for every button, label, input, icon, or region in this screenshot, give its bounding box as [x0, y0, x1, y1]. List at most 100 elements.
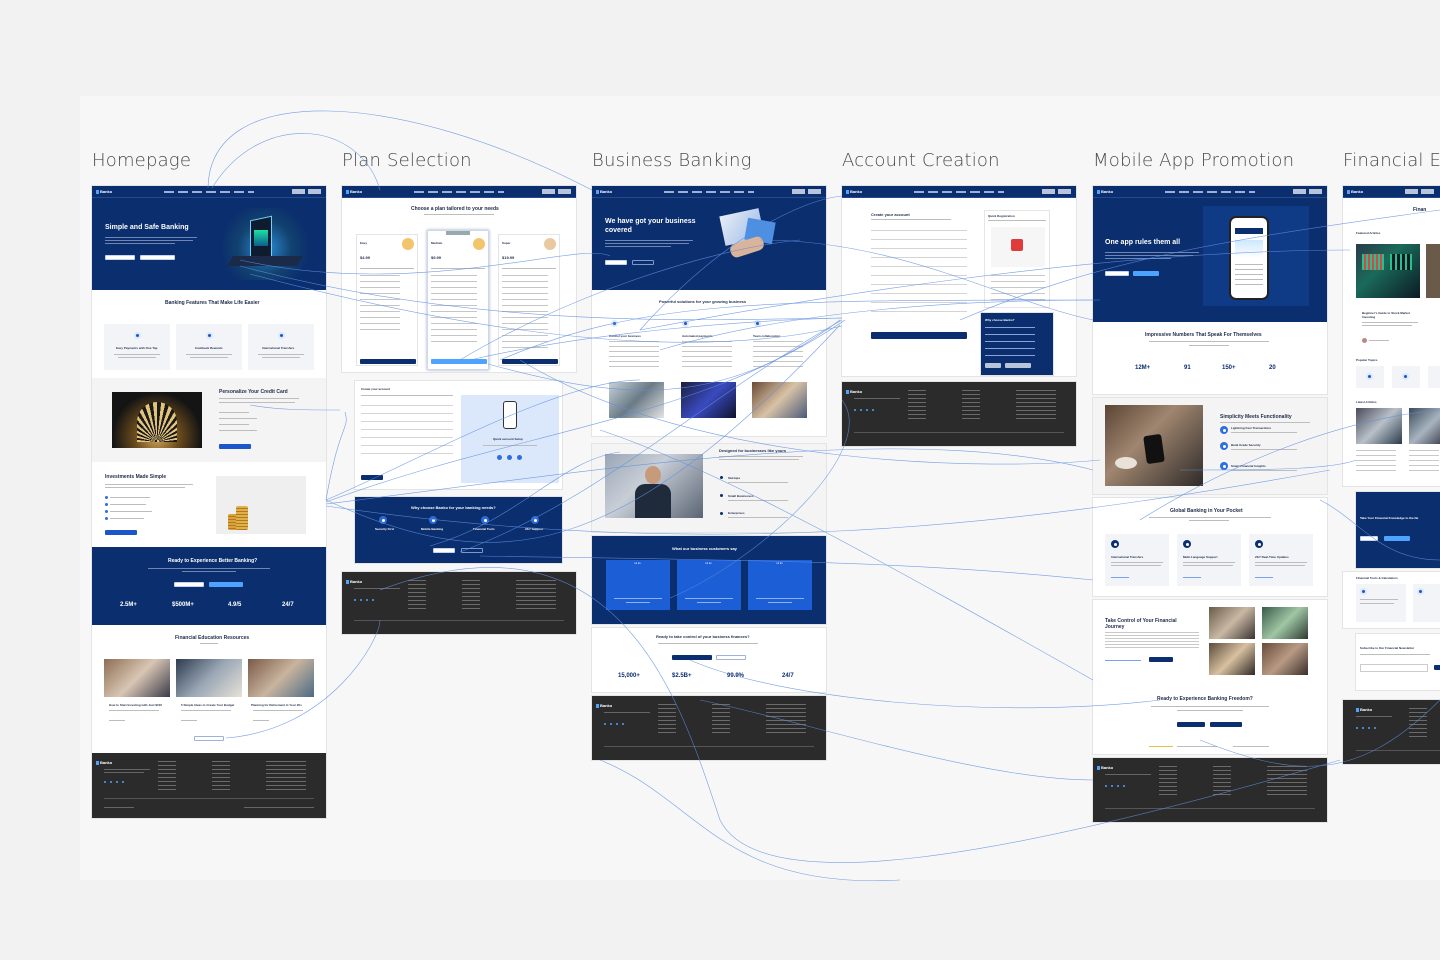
- feature-label: Easy Payments with One Tap: [116, 346, 158, 350]
- businessman-image: [605, 454, 703, 518]
- create-account-title: Create your account: [361, 387, 391, 391]
- quick-registration-card[interactable]: Quick Registration: [984, 210, 1050, 308]
- home-stat: 24/7: [282, 602, 294, 608]
- why-secondary-button[interactable]: [461, 548, 483, 553]
- take-control-button[interactable]: [1149, 657, 1173, 662]
- fined-article-title[interactable]: Beginner's Guide to Stock Market Investi…: [1362, 311, 1418, 319]
- business-hero-title: We have got your business covered: [605, 218, 696, 234]
- control-image: [1262, 643, 1308, 675]
- fined-knowledge-banner[interactable]: Take Your Financial Knowledge to the Ne: [1356, 492, 1440, 568]
- education-title: Financial Education Resources: [175, 635, 250, 641]
- fined-tools-title: Financial Tools & Calculators: [1356, 576, 1398, 580]
- account-title: Create your account: [871, 212, 910, 217]
- article-title[interactable]: How to Start Investing with Just $100: [109, 703, 162, 707]
- mobile-play-store-button[interactable]: [1133, 271, 1159, 276]
- newsletter-email-input[interactable]: [1360, 664, 1428, 672]
- plan-name: Super: [502, 241, 511, 245]
- frame-business-banking[interactable]: Banko We have got your business covered …: [592, 186, 826, 436]
- mobile-hero-title: One app rules them all: [1105, 239, 1181, 246]
- plan-title: Choose a plan tailored to your needs: [411, 206, 499, 212]
- business-secondary-button[interactable]: [632, 260, 654, 265]
- column-title-plan-selection: Plan Selection: [342, 150, 472, 171]
- fined-footer: Banko: [1343, 700, 1440, 764]
- home-hero-title: Simple and Safe Banking: [105, 224, 189, 231]
- start-investing-button[interactable]: [105, 530, 137, 535]
- fined-tools-frame[interactable]: Financial Tools & Calculators: [1343, 572, 1440, 628]
- frame-homepage[interactable]: Banko Simple and Safe Banking Banking Fe…: [92, 186, 326, 818]
- frame-financial-education[interactable]: Banko Finan Featured Articles Beginner's…: [1343, 186, 1440, 486]
- view-all-resources-button[interactable]: [194, 736, 224, 741]
- designed-item: Enterprises: [728, 511, 745, 515]
- fined-take-title: Take Your Financial Knowledge to the Ne: [1360, 516, 1419, 520]
- quick-registration-title: Quick Registration: [988, 214, 1015, 218]
- solution-label: Team collaboration: [753, 334, 781, 338]
- investments-title: Investments Made Simple: [105, 474, 167, 480]
- setup-panel: Quick account Setup: [461, 395, 559, 483]
- frame-testimonials[interactable]: What our business customers say ““ ““ ““: [592, 536, 826, 624]
- frame-plan-create-account[interactable]: Create your account Quick account Setup: [355, 381, 562, 489]
- column-title-financial-education: Financial Ed: [1343, 150, 1440, 171]
- footer-logo: Banko: [1097, 765, 1113, 770]
- cta-open-account-button[interactable]: [174, 582, 204, 587]
- mobile-cta-ios-button[interactable]: [1177, 722, 1205, 727]
- fined-banner-button-2[interactable]: [1384, 536, 1410, 541]
- mobile-stat: 20: [1269, 365, 1276, 371]
- cta-download-button[interactable]: [209, 582, 243, 587]
- customize-card-button[interactable]: [219, 444, 251, 449]
- control-image: [1262, 607, 1308, 639]
- mobile-cta-android-button[interactable]: [1210, 722, 1242, 727]
- plan-card-easy[interactable]: Easy $4.99: [356, 234, 418, 366]
- newsletter-subscribe-button[interactable]: [1434, 665, 1440, 670]
- choose-plan-button[interactable]: [360, 359, 416, 364]
- frame-business-cta[interactable]: Ready to take control of your business f…: [592, 628, 826, 692]
- feature-label: International Transfers: [262, 346, 295, 350]
- article-title[interactable]: 5 Simple Ideas to Create Your Budget: [181, 703, 234, 707]
- fined-featured-label: Featured Articles: [1356, 231, 1381, 235]
- business-contact-button[interactable]: [716, 655, 746, 660]
- mobile-app-store-button[interactable]: [1105, 271, 1129, 276]
- control-image: [1209, 643, 1255, 675]
- account-why-title: Why choose Banko?: [985, 318, 1015, 322]
- setup-label: Quick account Setup: [493, 437, 523, 441]
- fined-newsletter[interactable]: Subscribe to Our Financial Newsletter: [1356, 634, 1440, 690]
- frame-plan-selection[interactable]: Banko Choose a plan tailored to your nee…: [342, 186, 576, 372]
- func-item: Bank Grade Security: [1231, 443, 1261, 447]
- func-item: Lightning Fast Transactions: [1231, 426, 1272, 430]
- solution-label: Control your business: [609, 334, 641, 338]
- plan-card-super[interactable]: Super $19.99: [498, 234, 560, 366]
- frame-take-control[interactable]: Take Control of Your Financial Journey R…: [1093, 600, 1327, 754]
- whiteboard-canvas[interactable]: Homepage Plan Selection Business Banking…: [0, 0, 1440, 960]
- solution-image: [609, 382, 664, 418]
- choose-plan-button[interactable]: [502, 359, 558, 364]
- create-account-submit-button[interactable]: [871, 332, 967, 339]
- frame-account-creation[interactable]: Banko Create your account Quick Registra…: [842, 186, 1076, 376]
- fined-latest-image: [1356, 408, 1402, 444]
- article-title[interactable]: Planning for Retirement in Your 20s: [251, 703, 302, 707]
- solutions-title: Powerful solutions for your growing busi…: [659, 299, 747, 304]
- business-open-account-button[interactable]: [672, 655, 712, 660]
- credit-card-fan-image: [112, 392, 202, 448]
- home-open-account-button[interactable]: [105, 255, 135, 260]
- global-title: Global Banking in Your Pocket: [1170, 508, 1243, 514]
- business-hero-image: [712, 206, 808, 268]
- account-footer: Banko: [842, 382, 1076, 446]
- frame-mobile-app[interactable]: Banko One app rules them all Impressive …: [1093, 186, 1327, 394]
- coins-image: [216, 476, 306, 534]
- business-primary-button[interactable]: [605, 260, 627, 265]
- choose-plan-button[interactable]: [431, 359, 487, 364]
- article-image: [104, 659, 170, 697]
- fined-subscribe-title: Subscribe to Our Financial Newsletter: [1360, 646, 1415, 650]
- home-features-title: Banking Features That Make Life Easier: [165, 300, 260, 306]
- why-primary-button[interactable]: [433, 548, 455, 553]
- plan-card-medium[interactable]: Medium $9.99: [427, 230, 489, 370]
- create-account-button[interactable]: [361, 475, 383, 480]
- frame-simplicity[interactable]: Simplicity Meets Functionality Lightning…: [1093, 398, 1327, 494]
- footer-logo: Banko: [846, 389, 862, 394]
- fined-banner-button[interactable]: [1360, 536, 1378, 541]
- home-download-button[interactable]: [140, 255, 175, 260]
- nav-login-button[interactable]: [292, 189, 305, 194]
- frame-designed-for[interactable]: Designed for businesses like yours Start…: [592, 444, 826, 532]
- frame-global-banking[interactable]: Global Banking in Your Pocket Internatio…: [1093, 498, 1327, 596]
- nav-signup-button[interactable]: [308, 189, 321, 194]
- frame-why-banko[interactable]: Why choose Banko for your banking needs?…: [355, 497, 562, 563]
